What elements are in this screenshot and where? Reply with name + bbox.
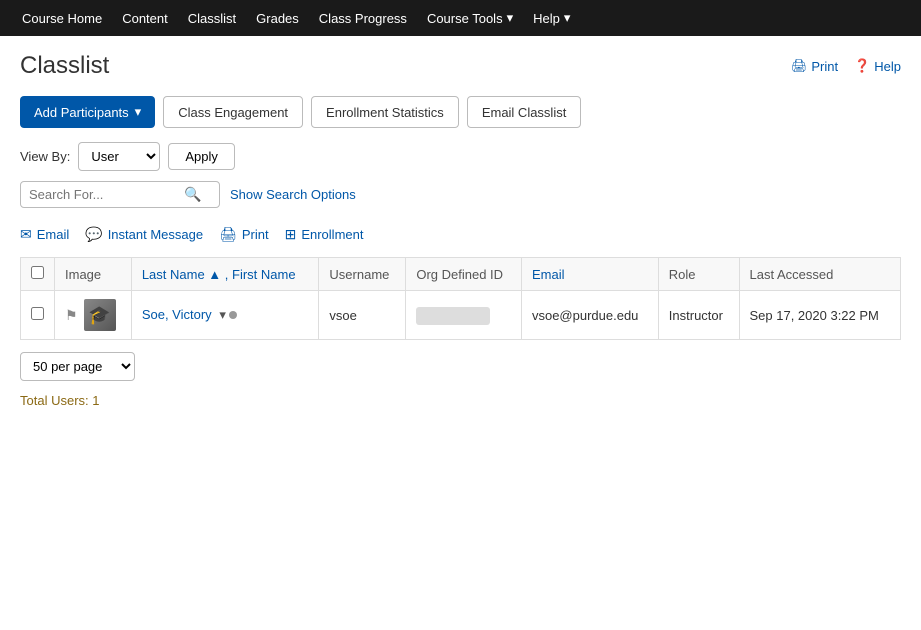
name-cell: Soe, Victory ▾ [131,291,319,340]
print-toolbar-item[interactable]: 🖨 Print [219,226,269,243]
apply-button[interactable]: Apply [168,143,235,170]
nav-help[interactable]: Help ▾ [523,2,580,34]
nav-course-home[interactable]: Course Home [12,3,112,34]
instant-message-toolbar-item[interactable]: 💬 Instant Message [85,226,203,243]
per-page-select[interactable]: 10 per page 20 per page 50 per page 100 … [20,352,135,381]
class-engagement-button[interactable]: Class Engagement [163,96,303,128]
action-bar: Add Participants ▾ Class Engagement Enro… [20,96,901,128]
search-icon[interactable]: 🔍 [184,186,201,203]
total-users: Total Users: 1 [20,393,901,408]
viewby-label: View By: [20,149,70,164]
viewby-select[interactable]: User Group Section [78,142,160,171]
enrollment-statistics-button[interactable]: Enrollment Statistics [311,96,459,128]
nav-classlist[interactable]: Classlist [178,3,246,34]
table-header-row: Image Last Name ▲ , First Name Username … [21,258,901,291]
role-column-header: Role [658,258,739,291]
help-icon: ❓ [854,58,870,74]
header-actions: 🖨 Print ❓ Help [791,58,901,74]
print-link[interactable]: 🖨 Print [791,58,838,74]
print-icon: 🖨 [219,226,237,243]
page-title: Classlist [20,52,109,80]
last-accessed-cell: Sep 17, 2020 3:22 PM [739,291,901,340]
email-toolbar-item[interactable]: ✉ Email [20,226,69,243]
org-id-cell [406,291,522,340]
last-accessed-column-header: Last Accessed [739,258,901,291]
instant-message-icon: 💬 [85,226,102,243]
help-link[interactable]: ❓ Help [854,58,901,74]
page-header: Classlist 🖨 Print ❓ Help [20,52,901,80]
chevron-down-icon: ▾ [564,10,571,26]
email-classlist-button[interactable]: Email Classlist [467,96,582,128]
flag-icon[interactable]: ⚑ [65,307,78,324]
print-icon: 🖨 [791,58,808,74]
avatar-image: 🎓 [84,299,116,331]
classlist-table: Image Last Name ▲ , First Name Username … [20,257,901,340]
role-cell: Instructor [658,291,739,340]
show-search-options-link[interactable]: Show Search Options [230,187,356,202]
username-column-header: Username [319,258,406,291]
pagination-row: 10 per page 20 per page 50 per page 100 … [20,352,901,381]
user-name-link[interactable]: Soe, Victory [142,307,215,322]
table-row: ⚑ 🎓 Soe, Victory ▾ vsoe [21,291,901,340]
nav-grades[interactable]: Grades [246,3,309,34]
add-participants-button[interactable]: Add Participants ▾ [20,96,155,128]
enrollment-toolbar-item[interactable]: ⊞ Enrollment [285,226,364,243]
enrollment-icon: ⊞ [285,226,297,243]
top-navigation: Course Home Content Classlist Grades Cla… [0,0,921,36]
viewby-row: View By: User Group Section Apply [20,142,901,171]
org-id-value [416,307,489,325]
image-cell: ⚑ 🎓 [55,291,132,340]
image-column-header: Image [55,258,132,291]
search-box: 🔍 [20,181,220,208]
nav-course-tools[interactable]: Course Tools ▾ [417,2,523,34]
chevron-down-icon[interactable]: ▾ [219,307,226,322]
row-checkbox-cell [21,291,55,340]
chevron-down-icon: ▾ [135,104,142,120]
nav-content[interactable]: Content [112,3,178,34]
select-all-checkbox[interactable] [31,266,44,279]
org-id-column-header: Org Defined ID [406,258,522,291]
email-icon: ✉ [20,226,32,243]
email-cell: vsoe@purdue.edu [521,291,658,340]
page-content: Classlist 🖨 Print ❓ Help Add Participant… [0,36,921,424]
avatar: 🎓 [84,299,116,331]
select-all-header [21,258,55,291]
nav-class-progress[interactable]: Class Progress [309,3,417,34]
name-column-header[interactable]: Last Name ▲ , First Name [131,258,319,291]
row-checkbox[interactable] [31,307,44,320]
username-cell: vsoe [319,291,406,340]
search-row: 🔍 Show Search Options [20,181,901,208]
search-input[interactable] [29,187,184,202]
email-column-header[interactable]: Email [521,258,658,291]
chevron-down-icon: ▾ [507,10,514,26]
online-status-indicator [229,311,237,319]
toolbar: ✉ Email 💬 Instant Message 🖨 Print ⊞ Enro… [20,222,901,247]
